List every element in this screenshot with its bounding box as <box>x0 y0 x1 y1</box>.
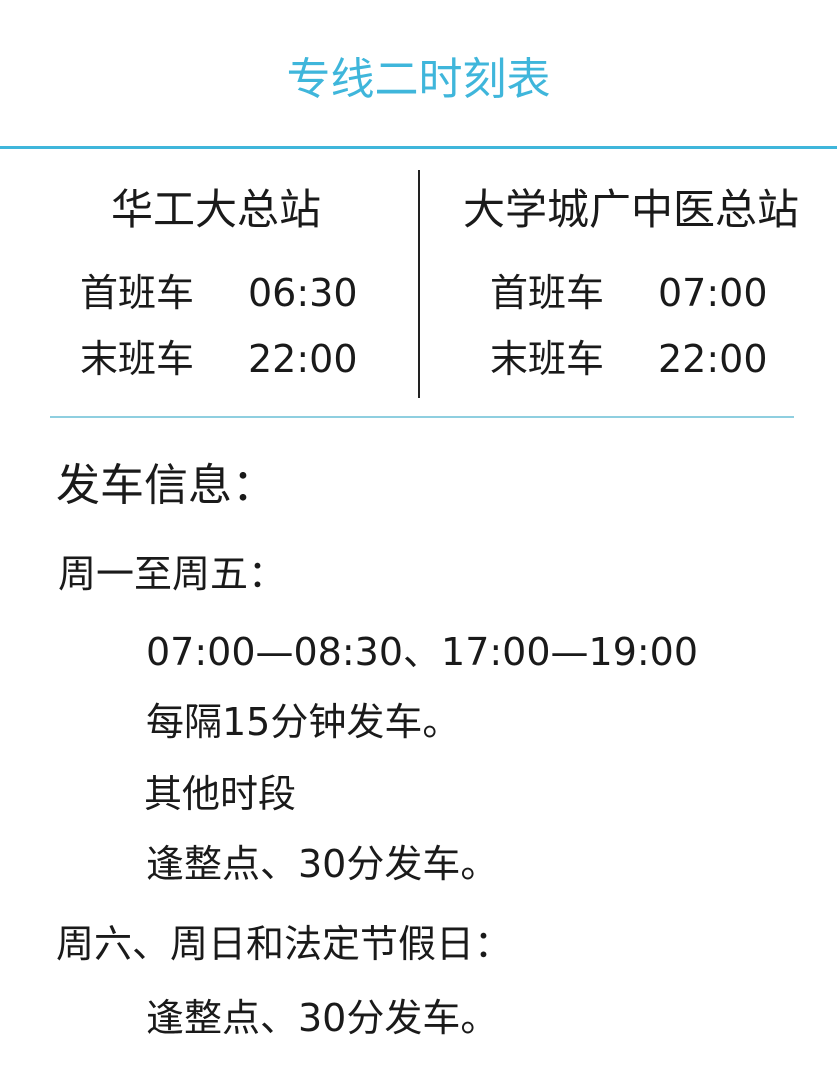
weekday-label: 周一至周五： <box>58 552 287 596</box>
peak-hours: 07:00—08:30、17:00—19:00 <box>146 630 699 674</box>
last-bus-label: 末班车 <box>490 337 605 381</box>
last-bus-label: 末班车 <box>80 337 195 381</box>
first-bus-label: 首班车 <box>490 271 605 315</box>
station-name: 华工大总站 <box>110 185 321 234</box>
departure-info-heading: 发车信息： <box>56 460 276 511</box>
peak-interval: 每隔15分钟发车。 <box>146 700 461 744</box>
first-bus-time: 07:00 <box>658 271 768 315</box>
station-name: 大学城广中医总站 <box>462 185 799 234</box>
last-bus-time: 22:00 <box>658 337 768 381</box>
station-panel-daxuecheng: 大学城广中医总站 首班车 07:00 末班车 22:00 <box>420 170 830 400</box>
first-bus-label: 首班车 <box>80 271 195 315</box>
other-periods-interval: 逢整点、30分发车。 <box>146 842 499 886</box>
other-periods-label: 其他时段 <box>144 772 297 816</box>
last-bus-time: 22:00 <box>248 337 358 381</box>
section-divider <box>50 416 794 418</box>
weekend-holiday-interval: 逢整点、30分发车。 <box>146 996 499 1040</box>
title-underline <box>0 146 837 149</box>
weekend-holiday-label: 周六、周日和法定节假日： <box>56 922 513 966</box>
station-panel-huagong: 华工大总站 首班车 06:30 末班车 22:00 <box>50 170 418 400</box>
page-title: 专线二时刻表 <box>286 54 551 105</box>
first-bus-time: 06:30 <box>248 271 358 315</box>
